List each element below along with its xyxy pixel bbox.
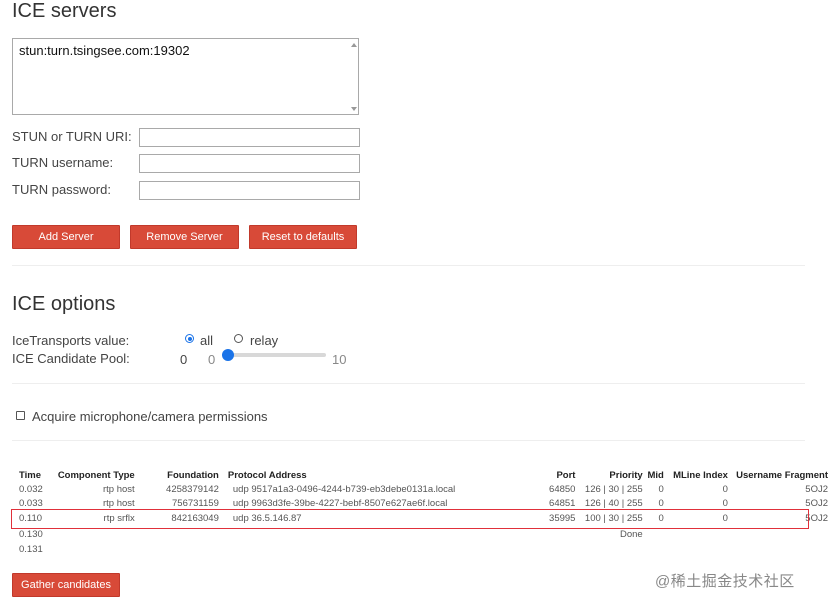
cell-component-name: rtp [103,498,115,509]
cell-component [51,527,135,542]
cell-component: rtp host [51,482,135,497]
cell-port: 64850 [549,484,576,495]
cell-foundation [135,527,219,542]
cell-foundation [135,542,219,557]
cell-priority [575,542,642,557]
transport-relay-label: relay [250,333,279,348]
reset-defaults-button[interactable]: Reset to defaults [249,225,357,249]
cell-mline [664,527,728,542]
slider-min-label: 0 [208,352,216,367]
ice-transports-label: IceTransports value: [12,333,130,348]
cell-ufrag [728,527,828,542]
cell-address [219,527,512,542]
turn-username-input[interactable] [139,154,360,173]
header-component: Component Type [57,469,135,481]
header-protocol-address: Protocol Address [219,468,512,482]
table-row: 0.131 [19,542,828,557]
cell-candidate-type: host [116,484,135,495]
transport-all-radio[interactable] [185,334,194,343]
scroll-up-icon[interactable] [351,43,357,47]
header-ufrag: Username Fragment [736,469,828,481]
cell-candidate-type: host [116,498,135,509]
acquire-permissions-checkbox[interactable] [16,411,25,420]
cell-mid [643,542,664,557]
ice-options-title: ICE options [12,293,116,315]
divider [12,383,805,384]
cell-protocol: udp [232,498,249,509]
transport-relay-radio[interactable] [234,334,243,343]
table-row: 0.032 rtp host 4258379142 udp 9517a1a3-0… [19,482,828,497]
header-time: Time [19,469,42,481]
divider [12,440,805,441]
cell-address [219,542,512,557]
cell-mid: 0 [658,484,664,495]
turn-password-label: TURN password: [12,182,111,197]
header-address: Address [268,469,307,481]
server-list-container[interactable] [12,38,359,115]
transport-all-label: all [200,333,214,348]
turn-username-label: TURN username: [12,155,114,170]
remove-server-button[interactable]: Remove Server [130,225,239,249]
cell-foundation: 4258379142 [166,484,219,495]
ice-servers-title: ICE servers [12,0,117,22]
stun-turn-uri-input[interactable] [139,128,360,147]
add-server-button[interactable]: Add Server [12,225,120,249]
cell-address-value: 9517a1a3-0496-4244-b739-eb3debe0131a.loc… [251,484,456,495]
acquire-permissions-label: Acquire microphone/camera permissions [32,409,268,424]
candidate-pool-value: 0 [180,352,188,367]
header-mid: Mid [647,469,664,481]
highlight-box [11,509,809,529]
cell-component-name: rtp [103,484,115,495]
table-row: 0.130 Done [19,527,828,542]
cell-mline [664,542,728,557]
header-port: Port [556,469,576,481]
cell-mline: 0 [722,484,728,495]
cell-ufrag: 5OJ2 [805,484,828,495]
cell-time: 0.032 [19,484,43,495]
cell-time: 0.130 [19,529,43,540]
candidates-header-row: Time Component Type Foundation Protocol … [19,468,828,482]
header-foundation: Foundation [167,469,219,481]
cell-ufrag [728,542,828,557]
cell-time: 0.131 [19,544,43,555]
candidate-pool-slider-track[interactable] [222,353,326,357]
watermark: @稀土掘金技术社区 [655,573,795,590]
cell-port [512,542,575,557]
divider [12,265,805,266]
cell-address-value: 9963d3fe-39be-4227-bebf-8507e627ae6f.loc… [251,498,448,509]
slider-max-label: 10 [332,352,347,367]
turn-password-input[interactable] [139,181,360,200]
cell-priority: Done [619,529,643,540]
cell-port [512,527,575,542]
cell-component [51,542,135,557]
candidate-pool-slider-thumb[interactable] [222,349,234,361]
cell-mid [643,527,664,542]
cell-priority: 126 | 30 | 255 [584,484,643,495]
server-list[interactable] [12,38,359,115]
header-protocol: Protocol [227,469,267,481]
header-priority: Priority [609,469,643,481]
candidate-pool-label: ICE Candidate Pool: [12,351,130,366]
gather-candidates-button[interactable]: Gather candidates [12,573,120,597]
stun-turn-uri-label: STUN or TURN URI: [12,129,132,144]
scroll-down-icon[interactable] [351,107,357,111]
cell-protocol: udp [232,484,249,495]
header-mline: MLine Index [673,469,728,481]
cell-address: udp 9517a1a3-0496-4244-b739-eb3debe0131a… [219,482,512,497]
